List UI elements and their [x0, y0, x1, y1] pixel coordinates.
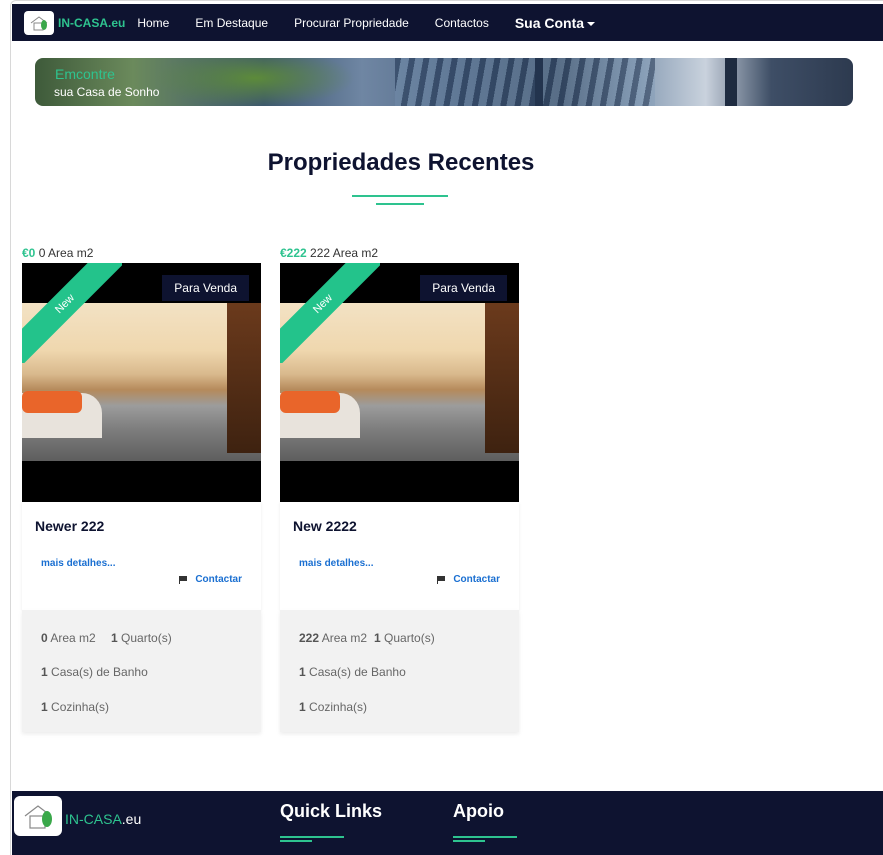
nav-link-search-property[interactable]: Procurar Propriedade [294, 16, 409, 30]
feature-area: 222 Area m2 [299, 631, 368, 645]
details-link[interactable]: mais detalhes... [41, 558, 115, 569]
feature-bathrooms: 1 Casa(s) de Banho [299, 665, 406, 679]
new-ribbon-label: New [280, 263, 380, 363]
room-shelf [485, 303, 519, 453]
property-photo[interactable]: New Para Venda [22, 263, 261, 502]
property-price: €222 [280, 246, 307, 260]
sale-badge: Para Venda [420, 275, 507, 301]
contact-link-label: Contactar [453, 574, 500, 585]
new-ribbon: New [22, 263, 122, 363]
nav-link-contacts[interactable]: Contactos [435, 16, 489, 30]
feature-kitchens: 1 Cozinha(s) [41, 700, 110, 714]
feature-bathrooms: 1 Casa(s) de Banho [41, 665, 148, 679]
nav-link-home[interactable]: Home [137, 16, 169, 30]
room-pillows [22, 391, 82, 413]
property-card: €222 222 Area m2 New Para Venda New 2222… [280, 244, 519, 732]
banner-beam [725, 58, 737, 106]
footer-divider [453, 836, 517, 838]
property-card: €0 0 Area m2 New Para Venda Newer 222 ma… [22, 244, 261, 732]
banner-roof [395, 58, 655, 106]
contact-link[interactable]: Contactar [437, 574, 500, 585]
footer-brand[interactable]: IN-CASA.eu [65, 811, 141, 827]
contact-link-label: Contactar [195, 574, 242, 585]
property-price: €0 [22, 246, 36, 260]
feature-area: 0 Area m2 [41, 631, 96, 645]
navbar: IN-CASA.eu Home Em Destaque Procurar Pro… [12, 4, 883, 41]
new-ribbon-label: New [22, 263, 122, 363]
footer-heading-support: Apoio [453, 801, 504, 821]
title-divider [376, 203, 424, 205]
card-body: New 2222 mais detalhes... Contactar [280, 502, 519, 610]
card-body: Newer 222 mais detalhes... Contactar [22, 502, 261, 610]
property-area-summary: 222 Area m2 [310, 246, 379, 260]
nav-link-featured[interactable]: Em Destaque [195, 16, 268, 30]
house-logo-icon[interactable] [14, 796, 62, 836]
new-ribbon: New [280, 263, 380, 363]
footer-heading-quick-links: Quick Links [280, 801, 383, 821]
room-shelf [227, 303, 261, 453]
footer: IN-CASA.eu Quick Links Apoio [12, 791, 883, 855]
price-row: €0 0 Area m2 [22, 244, 261, 263]
price-row: €222 222 Area m2 [280, 244, 519, 263]
feature-rooms: 1 Quarto(s) [374, 631, 435, 645]
section-title: Propriedades Recentes [267, 149, 535, 176]
account-label: Sua Conta [514, 14, 585, 31]
footer-divider [280, 836, 344, 838]
property-photo[interactable]: New Para Venda [280, 263, 519, 502]
hero-banner: Emcontre sua Casa de Sonho [35, 58, 853, 106]
nav-links: Home Em Destaque Procurar Propriedade Co… [137, 14, 596, 31]
caret-down-icon [587, 21, 596, 26]
room-pillows [280, 391, 340, 413]
footer-divider [280, 840, 312, 842]
title-divider [352, 195, 448, 197]
property-title[interactable]: New 2222 [293, 518, 357, 534]
sale-badge: Para Venda [162, 275, 249, 301]
property-title[interactable]: Newer 222 [35, 518, 104, 534]
banner-foliage [155, 58, 355, 106]
details-link[interactable]: mais detalhes... [299, 558, 373, 569]
banner-headline: Emcontre [55, 66, 115, 82]
card-features: 0 Area m2 1 Quarto(s) 1 Casa(s) de Banho… [22, 610, 261, 732]
flag-icon [437, 575, 446, 584]
property-area-summary: 0 Area m2 [38, 246, 94, 260]
house-logo-icon [24, 10, 54, 35]
footer-divider [453, 840, 485, 842]
card-features: 222 Area m2 1 Quarto(s) 1 Casa(s) de Ban… [280, 610, 519, 732]
brand[interactable]: IN-CASA.eu [24, 10, 126, 35]
contact-link[interactable]: Contactar [179, 574, 242, 585]
feature-kitchens: 1 Cozinha(s) [299, 700, 368, 714]
account-dropdown[interactable]: Sua Conta [514, 14, 596, 31]
brand-name: IN-CASA.eu [58, 15, 126, 30]
banner-subheadline: sua Casa de Sonho [54, 85, 160, 99]
flag-icon [179, 575, 188, 584]
banner-beam [535, 58, 543, 106]
page-frame: IN-CASA.eu Home Em Destaque Procurar Pro… [10, 0, 883, 855]
feature-rooms: 1 Quarto(s) [111, 631, 172, 645]
